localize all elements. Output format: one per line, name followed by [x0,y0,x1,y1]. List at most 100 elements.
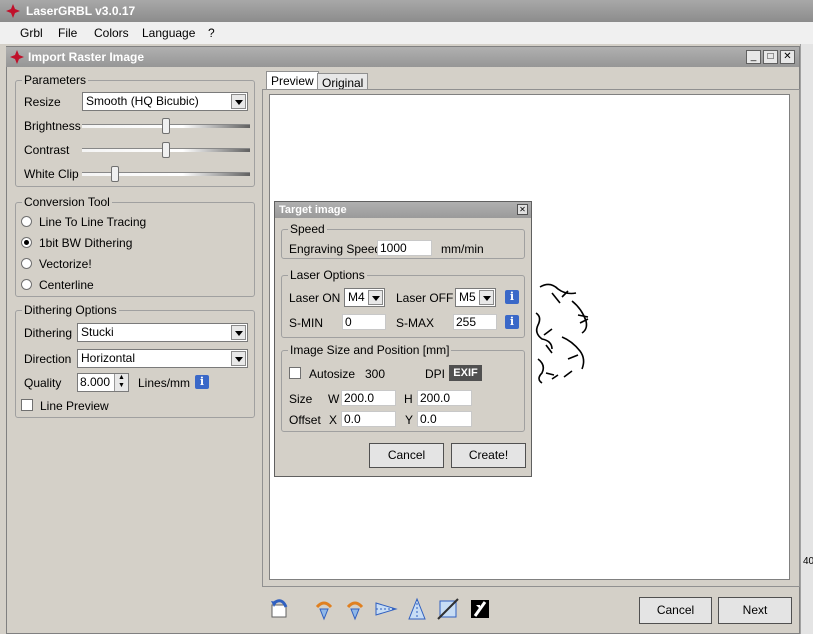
dithering-select[interactable]: Stucki [77,323,248,342]
background-panel-edge: 40 [800,44,813,634]
laser-on-value: M4 [348,290,365,304]
dithering-legend: Dithering Options [24,303,117,317]
chevron-down-icon [231,351,246,366]
smin-input[interactable]: 0 [342,314,386,330]
resize-value: Smooth (HQ Bicubic) [86,94,199,108]
dialog-title-bar: Import Raster Image [6,47,799,67]
brightness-slider-thumb[interactable] [162,118,170,134]
speed-legend: Speed [290,222,325,236]
dithering-label: Dithering [24,326,73,340]
menu-bar: Grbl File Colors Language ? [0,22,813,44]
smax-input[interactable]: 255 [453,314,497,330]
stepper-arrows-icon[interactable]: ▲ ▼ [114,374,128,391]
undo-icon[interactable] [268,597,292,621]
chevron-down-icon [479,290,494,305]
edge-text: 40 [803,556,813,567]
offset-y-label: Y [405,413,414,427]
target-cancel-label: Cancel [387,448,426,462]
app-title-bar: LaserGRBL v3.0.17 [0,0,813,22]
maximize-button[interactable]: □ [763,50,778,64]
info-icon[interactable]: i [505,315,519,329]
next-button[interactable]: Next [718,597,792,624]
create-button[interactable]: Create! [451,443,526,468]
engraving-speed-value: 1000 [380,241,407,255]
direction-select[interactable]: Horizontal [77,349,248,368]
width-value: 200.0 [344,391,375,405]
close-icon[interactable]: ✕ [517,204,528,215]
tab-original[interactable]: Original [317,73,369,90]
option-line-to-line-label: Line To Line Tracing [39,215,147,229]
target-image-title-bar: Target image [275,202,531,218]
laser-logo-icon [10,50,24,64]
rotate-ccw-icon[interactable] [312,597,336,621]
white-clip-slider-thumb[interactable] [111,166,119,182]
engraving-speed-input[interactable]: 1000 [377,240,432,256]
resize-select[interactable]: Smooth (HQ Bicubic) [82,92,248,111]
quality-stepper[interactable]: 8.000 ▲ ▼ [77,373,129,392]
height-input[interactable]: 200.0 [417,390,472,406]
white-clip-slider-track[interactable] [82,172,250,176]
size-legend: Image Size and Position [mm] [290,343,450,357]
cancel-label: Cancel [656,603,695,617]
menu-file[interactable]: File [58,26,77,40]
cancel-button[interactable]: Cancel [639,597,712,624]
chevron-down-icon [231,325,246,340]
option-centerline-label: Centerline [39,278,94,292]
offset-x-value: 0.0 [344,412,361,426]
crop-icon[interactable] [436,597,460,621]
menu-colors[interactable]: Colors [94,26,129,40]
menu-help[interactable]: ? [208,26,215,40]
menu-language[interactable]: Language [142,26,195,40]
line-preview-label: Line Preview [40,399,109,413]
offset-y-value: 0.0 [420,412,437,426]
contrast-slider-thumb[interactable] [162,142,170,158]
laser-legend: Laser Options [290,268,365,282]
menu-grbl[interactable]: Grbl [20,26,43,40]
radio-vectorize[interactable] [21,258,32,269]
radio-bw-dithering[interactable] [21,237,32,248]
offset-y-input[interactable]: 0.0 [417,411,472,427]
target-image-title: Target image [279,204,347,216]
quality-unit: Lines/mm [138,376,191,390]
info-icon[interactable]: i [505,290,519,304]
quality-label: Quality [24,376,62,390]
offset-label: Offset [289,413,321,427]
dpi-label: DPI [425,367,446,381]
offset-x-input[interactable]: 0.0 [341,411,396,427]
offset-x-label: X [329,413,338,427]
target-cancel-button[interactable]: Cancel [369,443,444,468]
direction-value: Horizontal [81,351,136,365]
invert-colors-icon[interactable] [468,597,492,621]
tab-original-label: Original [322,76,364,90]
dithering-value: Stucki [81,325,114,339]
rotate-cw-icon[interactable] [343,597,367,621]
smax-value: 255 [456,315,477,329]
flip-horizontal-icon[interactable] [374,597,398,621]
smax-label: S-MAX [396,316,435,330]
app-title: LaserGRBL v3.0.17 [26,4,136,18]
tab-preview-label: Preview [271,74,314,88]
option-bw-dithering-label: 1bit BW Dithering [39,236,133,250]
close-button[interactable]: ✕ [780,50,795,64]
minimize-button[interactable]: _ [746,50,761,64]
white-clip-label: White Clip [24,167,79,181]
flip-vertical-icon[interactable] [405,597,429,621]
parameters-legend: Parameters [24,73,87,87]
line-preview-checkbox[interactable] [21,399,33,411]
radio-line-to-line[interactable] [21,216,32,227]
exif-button[interactable]: EXIF [449,365,482,381]
autosize-checkbox[interactable] [289,367,301,379]
contrast-label: Contrast [24,143,70,157]
dialog-title: Import Raster Image [28,50,145,64]
conversion-legend: Conversion Tool [24,195,110,209]
smin-label: S-MIN [289,316,323,330]
info-icon[interactable]: i [195,375,209,389]
laser-off-select[interactable]: M5 [455,288,496,307]
width-input[interactable]: 200.0 [341,390,396,406]
chevron-down-icon [231,94,246,109]
engraving-speed-label: Engraving Speed [289,242,382,256]
tab-preview[interactable]: Preview [266,71,319,90]
quality-value: 8.000 [80,375,111,389]
radio-centerline[interactable] [21,279,32,290]
laser-on-select[interactable]: M4 [344,288,385,307]
